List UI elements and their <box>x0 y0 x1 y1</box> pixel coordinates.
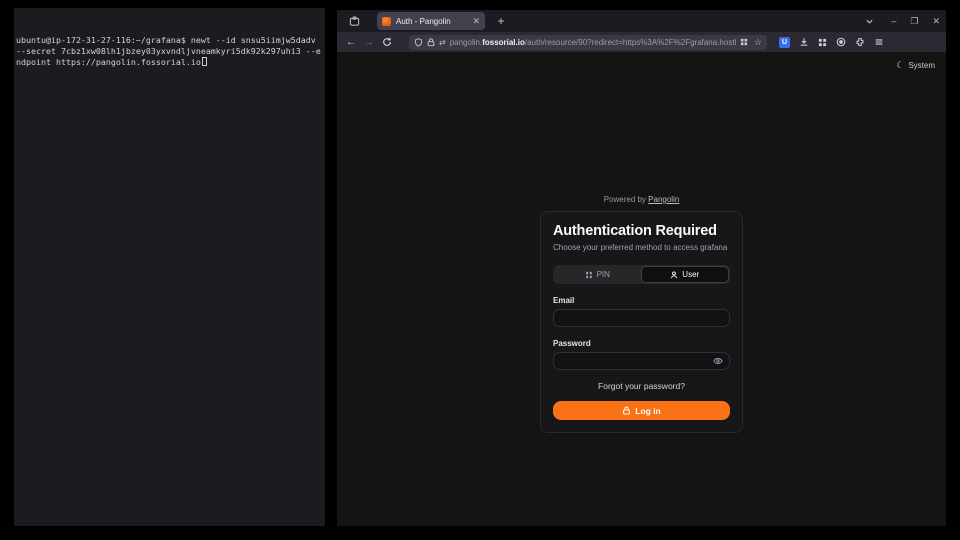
auth-card: Authentication Required Choose your pref… <box>540 211 743 433</box>
auth-method-tabs: PIN User <box>553 265 730 284</box>
forward-button[interactable]: → <box>361 34 377 50</box>
email-field-wrap <box>553 309 730 327</box>
window-close-button[interactable]: ✕ <box>932 17 940 26</box>
swap-arrows-icon[interactable]: ⇄ <box>439 38 446 47</box>
downloads-icon[interactable] <box>799 37 809 47</box>
extension-toolbar: U <box>779 37 884 48</box>
firefox-view-icon[interactable] <box>345 13 363 29</box>
window-controls: – ❐ ✕ <box>891 10 940 32</box>
theme-label: System <box>908 61 935 70</box>
email-label: Email <box>553 296 730 305</box>
terminal-line: --secret 7cbz1xw08lh1jbzey03yxvndljvneam… <box>16 46 323 57</box>
pangolin-favicon-icon <box>382 17 391 26</box>
powered-by: Powered by Pangolin <box>604 195 680 204</box>
minimize-button[interactable]: – <box>891 17 896 26</box>
tab-pin-label: PIN <box>597 270 610 279</box>
lock-icon[interactable] <box>427 38 435 47</box>
url-bar[interactable]: ⇄ pangolin.fossorial.io/auth/resource/90… <box>409 35 767 50</box>
tab-list-chevron-icon[interactable] <box>865 10 874 32</box>
theme-switcher[interactable]: ☾ System <box>896 60 935 71</box>
login-button[interactable]: Log in <box>553 401 730 420</box>
page-content: ☾ System Powered by Pangolin Authenticat… <box>337 52 946 526</box>
card-subtitle: Choose your preferred method to access g… <box>553 243 730 252</box>
user-icon <box>670 271 678 279</box>
moon-icon: ☾ <box>896 60 904 71</box>
terminal-window[interactable]: ubuntu@ip-172-31-27-116:~/grafana$ newt … <box>14 8 325 526</box>
url-text: pangolin.fossorial.io/auth/resource/90?r… <box>450 38 736 47</box>
tab-user-label: User <box>682 270 699 279</box>
terminal-line: ndpoint https://pangolin.fossorial.io <box>16 57 207 67</box>
password-input[interactable] <box>560 357 713 366</box>
new-tab-button[interactable]: + <box>493 13 509 29</box>
browser-toolbar: ← → ⇄ pangolin.fossorial.io/auth/resourc… <box>337 32 946 52</box>
email-input[interactable] <box>560 314 723 323</box>
show-password-icon[interactable] <box>713 356 723 366</box>
browser-tab-auth-pangolin[interactable]: Auth - Pangolin ✕ <box>377 12 485 30</box>
tab-title: Auth - Pangolin <box>396 17 467 26</box>
keypad-icon <box>585 271 593 279</box>
circle-extension-icon[interactable] <box>836 37 846 47</box>
bookmark-star-icon[interactable]: ☆ <box>754 38 762 47</box>
card-title: Authentication Required <box>553 223 730 239</box>
menu-hamburger-icon[interactable] <box>874 37 884 47</box>
extensions-puzzle-icon[interactable] <box>855 37 865 47</box>
forgot-password-link[interactable]: Forgot your password? <box>553 381 730 391</box>
auth-area: Powered by Pangolin Authentication Requi… <box>337 195 946 433</box>
grid-extension-icon[interactable] <box>818 38 827 47</box>
tab-close-icon[interactable]: ✕ <box>472 17 480 26</box>
browser-window: Auth - Pangolin ✕ + – ❐ ✕ ← → <box>337 10 946 526</box>
terminal-cursor <box>202 57 207 66</box>
login-button-label: Log in <box>635 406 661 416</box>
password-label: Password <box>553 339 730 348</box>
pangolin-link[interactable]: Pangolin <box>648 195 679 204</box>
padlock-icon <box>622 406 631 415</box>
tab-strip: Auth - Pangolin ✕ + – ❐ ✕ <box>337 10 946 32</box>
maximize-button[interactable]: ❐ <box>910 17 918 26</box>
terminal-line: ubuntu@ip-172-31-27-116:~/grafana$ newt … <box>16 35 323 46</box>
password-field-wrap <box>553 352 730 370</box>
tab-user[interactable]: User <box>641 266 730 283</box>
containers-grid-icon[interactable] <box>740 38 748 46</box>
reload-button[interactable] <box>379 34 395 50</box>
back-button[interactable]: ← <box>343 34 359 50</box>
tab-pin[interactable]: PIN <box>554 266 641 283</box>
ublock-extension-icon[interactable]: U <box>779 37 790 48</box>
shield-icon[interactable] <box>414 38 423 47</box>
